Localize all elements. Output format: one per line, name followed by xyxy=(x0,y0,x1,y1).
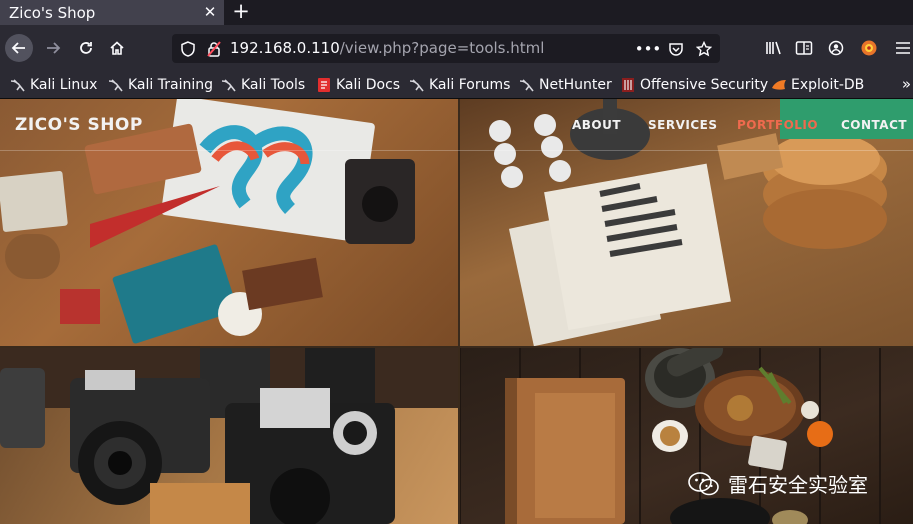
bookmarks-toolbar: Kali Linux Kali Training Kali Tools Kali… xyxy=(0,70,913,99)
bookmark-kali-training[interactable]: Kali Training xyxy=(108,74,213,96)
plus-icon[interactable]: + xyxy=(230,1,252,23)
kali-dragon-icon xyxy=(108,77,124,93)
site-logo[interactable]: ZICO'S SHOP xyxy=(15,115,143,135)
bookmark-label: Kali Docs xyxy=(336,77,401,93)
url-path: /view.php?page=tools.html xyxy=(339,39,545,57)
bookmark-label: Kali Training xyxy=(128,77,213,93)
kali-dragon-icon xyxy=(221,77,237,93)
bookmark-offensive-security[interactable]: Offensive Security xyxy=(620,74,768,96)
bookmark-label: Exploit-DB xyxy=(791,77,865,93)
bookmark-label: Kali Linux xyxy=(30,77,98,93)
url-host: 192.168.0.110 xyxy=(230,39,340,57)
kali-dragon-icon xyxy=(409,77,425,93)
star-icon[interactable] xyxy=(694,39,714,59)
page-content: ZICO'S SHOP ABOUT SERVICES PORTFOLIO CON… xyxy=(0,99,913,524)
kali-dragon-icon xyxy=(519,77,535,93)
library-icon[interactable] xyxy=(760,34,788,62)
bookmark-label: Offensive Security xyxy=(640,77,769,93)
kali-docs-icon xyxy=(316,77,332,93)
close-icon[interactable]: ✕ xyxy=(201,3,219,21)
url-bar[interactable]: 192.168.0.110/view.php?page=tools.html •… xyxy=(172,34,720,63)
reload-icon[interactable] xyxy=(72,34,100,62)
arrow-right-icon[interactable] xyxy=(39,34,67,62)
bookmark-exploit-db[interactable]: Exploit-DB xyxy=(771,74,864,96)
bookmark-label: Kali Tools xyxy=(241,77,306,93)
bookmark-kali-docs[interactable]: Kali Docs xyxy=(316,74,400,96)
account-icon[interactable] xyxy=(822,34,850,62)
bookmark-kali-tools[interactable]: Kali Tools xyxy=(221,74,305,96)
pocket-icon[interactable] xyxy=(666,39,686,59)
watermark-text: 雷石安全实验室 xyxy=(728,473,868,497)
watermark: 雷石安全实验室 xyxy=(688,469,868,498)
site-header: ZICO'S SHOP ABOUT SERVICES PORTFOLIO CON… xyxy=(0,99,913,151)
arrow-left-icon[interactable] xyxy=(5,34,33,62)
bookmark-nethunter[interactable]: NetHunter xyxy=(519,74,612,96)
tab-title: Zico's Shop xyxy=(9,3,96,22)
kali-dragon-icon xyxy=(10,77,26,93)
browser-tab[interactable]: Zico's Shop ✕ xyxy=(0,0,224,25)
url-text[interactable]: 192.168.0.110/view.php?page=tools.html xyxy=(230,39,544,57)
nav-link-about[interactable]: ABOUT xyxy=(572,118,621,132)
wechat-icon xyxy=(688,471,720,497)
navigation-toolbar: 192.168.0.110/view.php?page=tools.html •… xyxy=(0,25,913,70)
bookmark-kali-linux[interactable]: Kali Linux xyxy=(10,74,97,96)
insecure-lock-icon[interactable] xyxy=(204,39,224,59)
tab-strip: Zico's Shop ✕ + xyxy=(0,0,913,25)
offsec-icon xyxy=(620,77,636,93)
extension-icon[interactable] xyxy=(855,34,883,62)
menu-icon[interactable] xyxy=(893,34,913,62)
nav-link-contact[interactable]: CONTACT xyxy=(841,118,907,132)
bookmark-label: NetHunter xyxy=(539,77,612,93)
home-icon[interactable] xyxy=(103,34,131,62)
nav-link-portfolio[interactable]: PORTFOLIO xyxy=(737,118,818,132)
reader-view-icon[interactable] xyxy=(790,34,818,62)
nav-link-services[interactable]: SERVICES xyxy=(648,118,717,132)
exploit-db-icon xyxy=(771,77,787,93)
shield-icon[interactable] xyxy=(178,39,198,59)
bookmark-kali-forums[interactable]: Kali Forums xyxy=(409,74,510,96)
more-horizontal-icon[interactable]: ••• xyxy=(635,39,662,59)
chevron-double-right-icon[interactable]: » xyxy=(902,75,911,93)
bookmark-label: Kali Forums xyxy=(429,77,511,93)
portfolio-image-cameras[interactable] xyxy=(0,348,458,524)
